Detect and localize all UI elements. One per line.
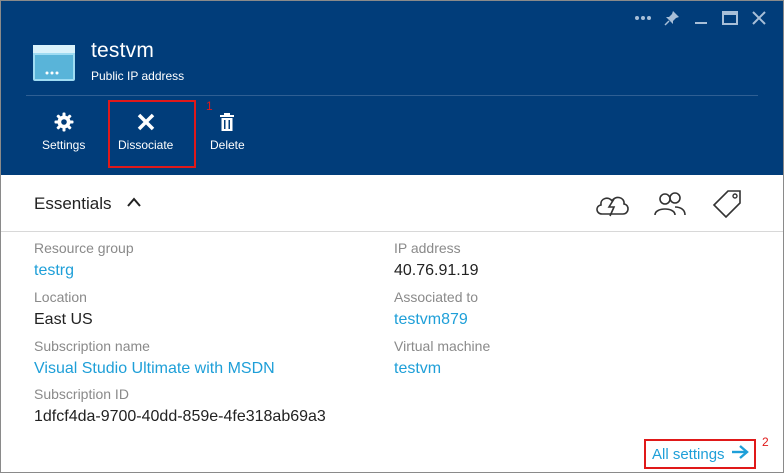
blade: testvm Public IP address Settings Dissoc… (0, 0, 784, 473)
page-subtitle: Public IP address (91, 69, 185, 83)
ip-address-value: 40.76.91.19 (394, 262, 479, 279)
associated-to-label: Associated to (394, 289, 479, 305)
pin-icon[interactable] (657, 7, 686, 29)
essentials-bar: Essentials (1, 175, 783, 232)
tag-icon[interactable] (709, 189, 747, 219)
delete-button[interactable]: Delete (210, 111, 245, 152)
location-label: Location (34, 289, 87, 305)
page-title: testvm (91, 39, 155, 62)
settings-label: Settings (42, 138, 86, 152)
essentials-title: Essentials (34, 194, 112, 213)
ellipsis-icon[interactable] (628, 7, 657, 29)
subscription-name-label: Subscription name (34, 338, 150, 354)
annotation-box-2 (644, 439, 756, 469)
subscription-id-label: Subscription ID (34, 386, 129, 402)
header-divider (26, 95, 758, 96)
settings-button[interactable]: Settings (42, 111, 85, 152)
maximize-icon[interactable] (715, 7, 744, 29)
trash-icon (210, 111, 245, 133)
public-ip-icon (33, 45, 75, 81)
resource-group-label: Resource group (34, 240, 134, 256)
subscription-id-value: 1dfcf4da-9700-40dd-859e-4fe318ab69a3 (34, 408, 326, 425)
virtual-machine-label: Virtual machine (394, 338, 491, 354)
associated-to-link[interactable]: testvm879 (394, 311, 468, 329)
blade-header: testvm Public IP address Settings Dissoc… (1, 1, 783, 175)
ip-address-label: IP address (394, 240, 461, 256)
resource-group-link[interactable]: testrg (34, 262, 74, 280)
delete-label: Delete (210, 138, 245, 152)
virtual-machine-link[interactable]: testvm (394, 360, 441, 378)
minimize-icon[interactable] (686, 7, 715, 29)
close-icon[interactable] (744, 7, 773, 29)
annotation-marker-1: 1 (206, 99, 213, 113)
essentials-icons (593, 189, 747, 219)
cloud-lightning-icon[interactable] (593, 189, 631, 219)
gear-icon (42, 111, 85, 133)
window-controls (628, 7, 773, 29)
users-icon[interactable] (651, 189, 689, 219)
annotation-box-1 (108, 100, 196, 168)
subscription-name-link[interactable]: Visual Studio Ultimate with MSDN (34, 360, 275, 378)
annotation-marker-2: 2 (762, 435, 769, 449)
chevron-up-icon[interactable] (126, 195, 142, 213)
location-value: East US (34, 311, 93, 328)
